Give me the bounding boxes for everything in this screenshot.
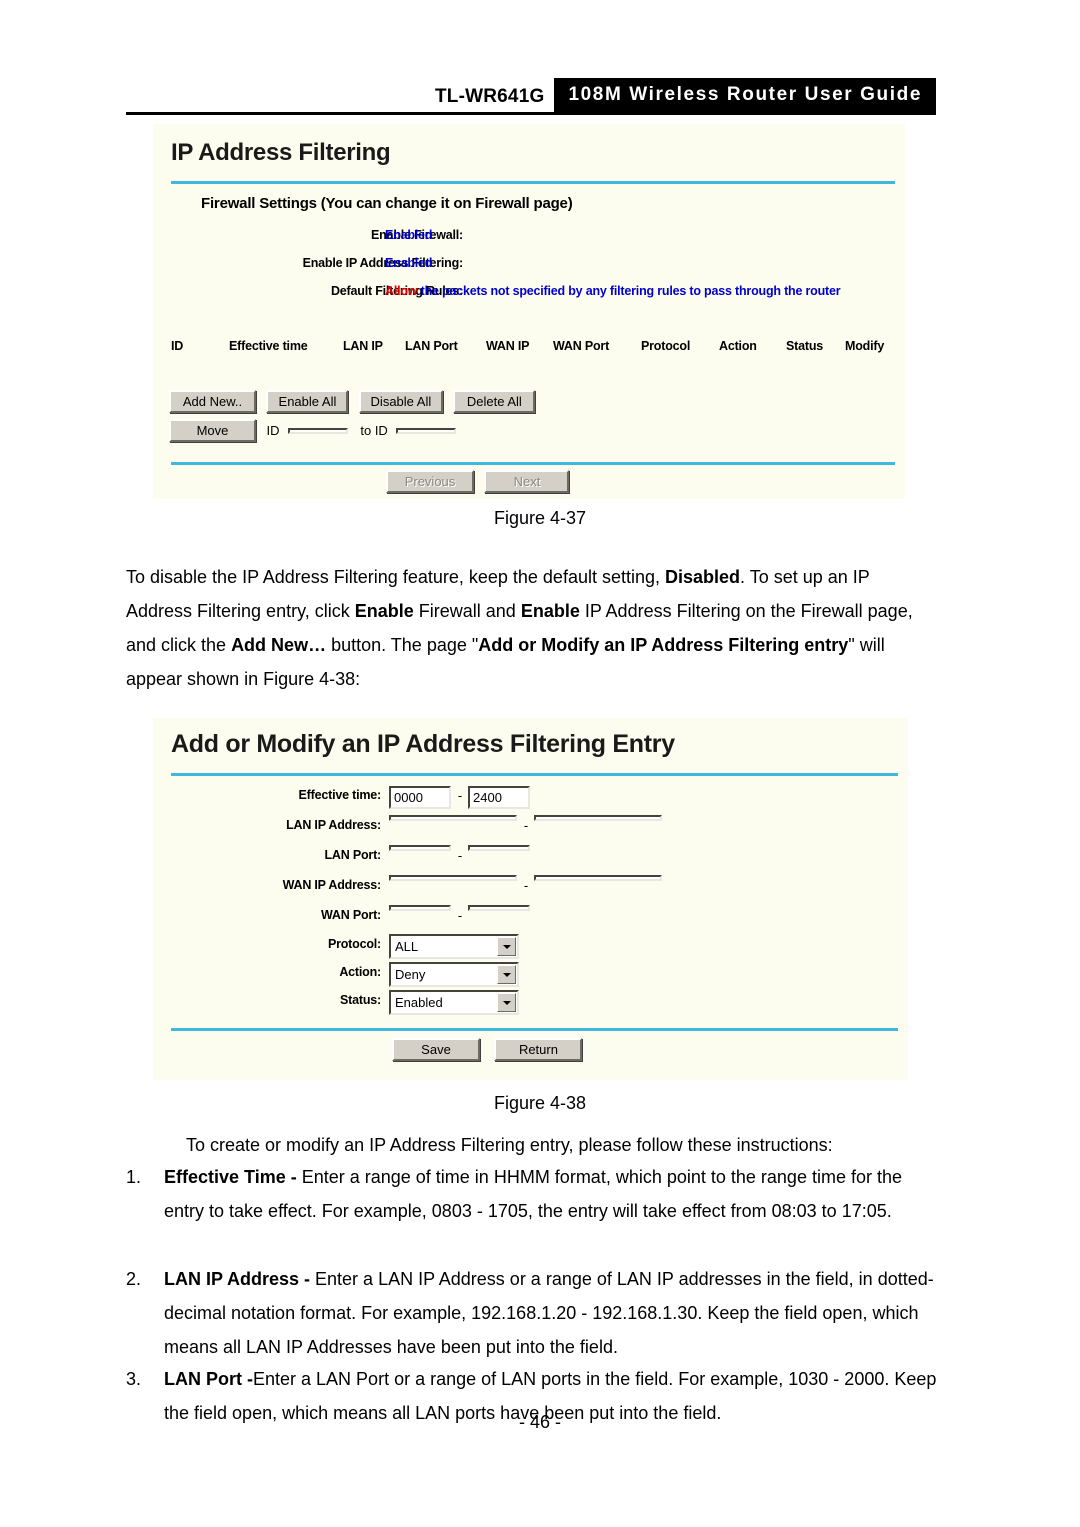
lan-port-start-input[interactable] [389, 845, 451, 851]
instruction-item-1-number: 1. [126, 1167, 142, 1187]
page-number-footer: - 46 - [518, 1412, 561, 1432]
panel-title-add-modify-entry: Add or Modify an IP Address Filtering En… [171, 730, 675, 758]
save-button[interactable]: Save [392, 1038, 480, 1061]
wan-ip-separator: - [523, 878, 529, 893]
wan-port-start-input[interactable] [389, 905, 451, 911]
disable-all-button[interactable]: Disable All [358, 390, 443, 413]
header-rule [126, 112, 936, 115]
effective-time-end-input[interactable]: 2400 [468, 786, 530, 809]
chevron-down-icon[interactable] [497, 993, 516, 1012]
instruction-item-1-term: Effective Time - [164, 1167, 302, 1187]
wan-ip-start-input[interactable] [389, 875, 517, 881]
figure-1-caption: Figure 4-37 [493, 508, 587, 528]
figure-2-add-modify-entry-panel: Add or Modify an IP Address Filtering En… [153, 718, 908, 1080]
delete-all-button[interactable]: Delete All [453, 390, 536, 413]
instruction-item-3-number: 3. [126, 1369, 142, 1389]
label-protocol: Protocol: [327, 937, 381, 951]
effective-time-start-input[interactable]: 0000 [389, 786, 451, 809]
default-rule-emphasis: Allow [385, 284, 418, 298]
para-bold-add-new: Add New… [231, 635, 327, 655]
lan-ip-start-input[interactable] [389, 815, 517, 821]
status-select-value: Enabled [395, 994, 443, 1010]
action-select-value: Deny [395, 966, 426, 982]
move-button[interactable]: Move [169, 419, 256, 442]
col-header-wan-ip: WAN IP [486, 339, 530, 353]
value-enable-ip-address-filtering: Enabled [385, 256, 433, 270]
panel-title-ip-address-filtering: IP Address Filtering [171, 139, 391, 166]
effective-time-separator: - [457, 788, 463, 803]
col-header-status: Status [786, 339, 824, 353]
col-header-modify: Modify [845, 339, 885, 353]
value-default-filtering-rules: Allow the packets not specified by any f… [385, 284, 841, 298]
col-header-id: ID [171, 339, 184, 353]
divider-bottom-2 [171, 1028, 898, 1031]
protocol-select-value: ALL [395, 938, 419, 954]
col-header-lan-port: LAN Port [405, 339, 458, 353]
running-header: TL-WR641G 108M Wireless Router User Guid… [126, 78, 936, 112]
para-text-1: To disable the IP Address Filtering feat… [126, 567, 665, 587]
para-bold-disabled: Disabled [665, 567, 741, 587]
para-bold-page-name: Add or Modify an IP Address Filtering en… [478, 635, 849, 655]
figure-2-caption: Figure 4-38 [493, 1093, 587, 1113]
protocol-select[interactable]: ALL [389, 934, 519, 959]
form-action-button-row: Save Return [392, 1038, 583, 1061]
lan-port-end-input[interactable] [468, 845, 530, 851]
divider-top-2 [171, 773, 898, 776]
col-header-protocol: Protocol [641, 339, 691, 353]
instruction-item-2-number: 2. [126, 1269, 142, 1289]
firewall-settings-heading: Firewall Settings (You can change it on … [201, 195, 573, 212]
header-guide-title: 108M Wireless Router User Guide [554, 78, 936, 112]
add-new-button[interactable]: Add New.. [169, 390, 256, 413]
label-lan-port: LAN Port: [324, 848, 381, 862]
label-action: Action: [339, 965, 381, 979]
status-select[interactable]: Enabled [389, 990, 519, 1015]
figure-1-ip-address-filtering-panel: IP Address Filtering Firewall Settings (… [153, 124, 905, 499]
wan-port-separator: - [457, 908, 463, 923]
move-id-label: ID [266, 423, 280, 438]
label-wan-ip-address: WAN IP Address: [282, 878, 382, 892]
move-entry-row: Move ID to ID [169, 419, 457, 442]
enable-all-button[interactable]: Enable All [266, 390, 349, 413]
lan-port-separator: - [457, 848, 463, 863]
pager-row: Previous Next [386, 470, 570, 493]
instruction-item-2-body: LAN IP Address - Enter a LAN IP Address … [164, 1262, 938, 1364]
header-model-name: TL-WR641G [434, 86, 545, 107]
para-bold-enable-1: Enable [354, 601, 414, 621]
chevron-down-icon[interactable] [497, 937, 516, 956]
wan-ip-end-input[interactable] [534, 875, 662, 881]
return-button[interactable]: Return [494, 1038, 583, 1061]
para-bold-enable-2: Enable [520, 601, 580, 621]
instruction-item-1-body: Effective Time - Enter a range of time i… [164, 1160, 938, 1228]
bulk-action-button-row: Add New.. Enable All Disable All Delete … [169, 390, 536, 413]
next-button[interactable]: Next [484, 470, 570, 493]
value-enable-firewall: Enabled [385, 228, 433, 242]
intro-paragraph: To disable the IP Address Filtering feat… [126, 560, 938, 696]
para-text-3: Firewall and [413, 601, 521, 621]
col-header-action: Action [719, 339, 757, 353]
para-text-5: button. The page " [326, 635, 479, 655]
lan-ip-end-input[interactable] [534, 815, 662, 821]
move-to-id-label: to ID [360, 423, 388, 438]
instruction-item-2-term: LAN IP Address - [164, 1269, 316, 1289]
divider-bottom [171, 462, 895, 465]
previous-button[interactable]: Previous [386, 470, 474, 493]
chevron-down-icon[interactable] [497, 965, 516, 984]
document-page: TL-WR641G 108M Wireless Router User Guid… [0, 0, 1080, 1527]
label-lan-ip-address: LAN IP Address: [286, 818, 381, 832]
instruction-item-3-term: LAN Port - [164, 1369, 253, 1389]
col-header-lan-ip: LAN IP [343, 339, 383, 353]
label-status: Status: [340, 993, 381, 1007]
default-rule-rest: the packets not specified by any filteri… [420, 284, 841, 298]
move-to-id-input[interactable] [396, 427, 457, 434]
wan-port-end-input[interactable] [468, 905, 530, 911]
label-wan-port: WAN Port: [321, 908, 381, 922]
instructions-intro: To create or modify an IP Address Filter… [186, 1135, 833, 1155]
label-effective-time: Effective time: [298, 788, 382, 802]
col-header-wan-port: WAN Port [553, 339, 610, 353]
move-id-input[interactable] [287, 427, 348, 434]
action-select[interactable]: Deny [389, 962, 519, 987]
col-header-effective-time: Effective time [229, 339, 308, 353]
lan-ip-separator: - [523, 818, 529, 833]
divider-top [171, 181, 895, 184]
